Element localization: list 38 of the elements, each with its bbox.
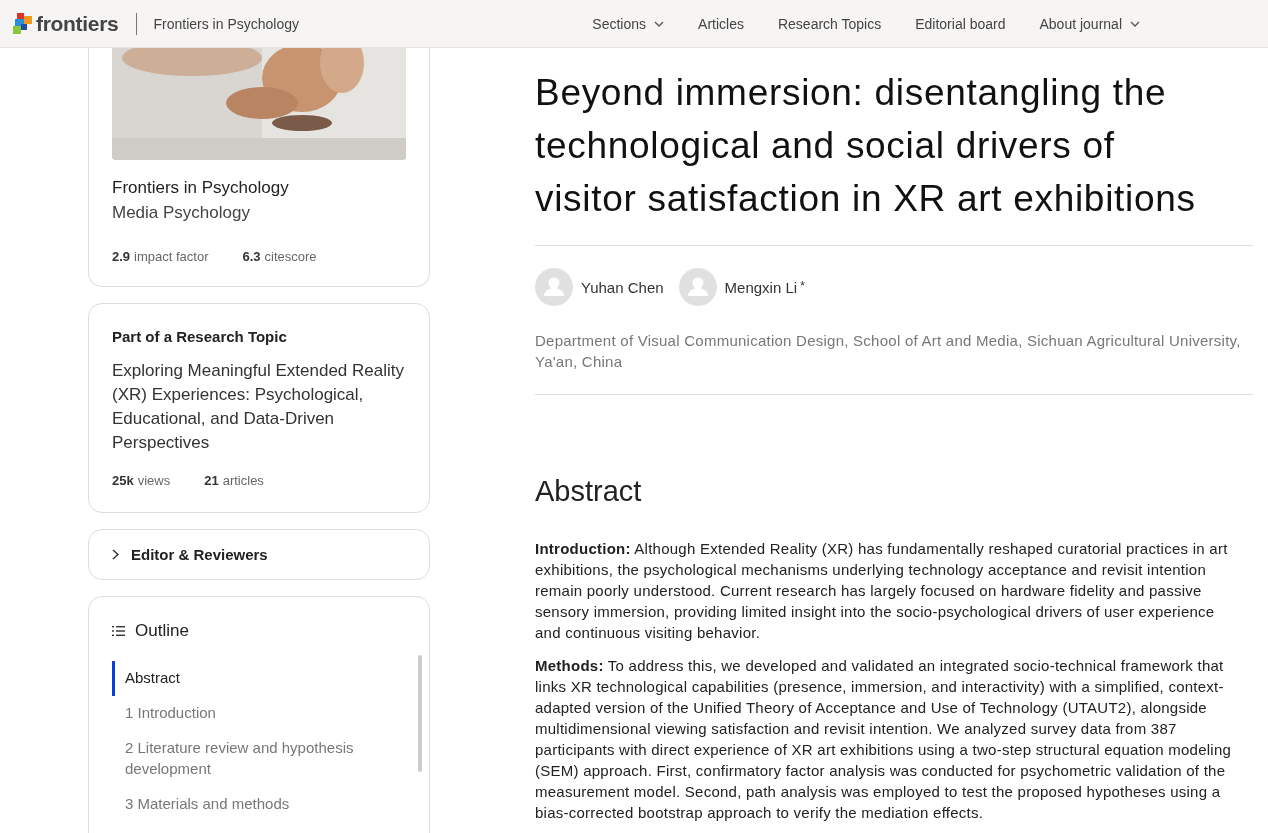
- metric-value: 2.9: [112, 249, 131, 264]
- topic-title[interactable]: Exploring Meaningful Extended Reality (XR) Experiences: Psychological, Educational, and Data-Driven Perspectives: [112, 359, 406, 455]
- abstract-paragraph: Methods: To address this, we developed and validated an integrated socio-technical framework that links XR technological capabilities (presence, immersion, and interactivity) with a simplified, context-adapted version of the Unified Theory of Acceptance and Use of Technology (UTAUT2), alongside multidimensional viewing satisfaction and revisit intention. We analyzed survey data from 387 participants with direct experience of XR art exhibitions using a two-step structural equation modeling (SEM) approach. First, confirmatory factor analysis was conducted for psychometric validation of the measurement model. Second, path analysis was employed to test the proposed hypotheses using a bias-corrected bootstrap approach to verify the mediation effects.: [535, 656, 1233, 823]
- list-icon: [112, 626, 125, 636]
- author-name[interactable]: Mengxin Li *: [724, 278, 805, 296]
- outline-item[interactable]: 3 Materials and methods: [112, 787, 376, 822]
- metric-value: 6.3: [242, 249, 261, 264]
- nav-link[interactable]: About journal: [1039, 15, 1140, 32]
- outline-item[interactable]: 1 Introduction: [112, 696, 376, 731]
- abstract-paragraph: Introduction: Although Extended Reality (XR) has fundamentally reshaped curatorial practices in art exhibitions, the psychological mechanisms underlying technology acceptance and revisit intention remain poorly understood. Current research has largely focused on hardware fidelity and passive sensory immersion, providing limited insight into the socio-psychological drivers of user experience and continuous visiting behavior.: [535, 539, 1229, 643]
- article-title: Beyond immersion: disentangling the technological and social drivers of visitor satisfaction in XR art exhibitions: [535, 71, 1197, 221]
- metric-label: articles: [222, 473, 264, 488]
- editors-toggle[interactable]: Editor & Reviewers: [88, 529, 430, 580]
- logo-text[interactable]: frontiers: [36, 11, 119, 36]
- nav-link[interactable]: Articles: [698, 15, 744, 32]
- metric-label: views: [137, 473, 171, 488]
- metric-label: citescore: [264, 249, 317, 264]
- nav-link[interactable]: Sections: [592, 15, 665, 32]
- metric-label: impact factor: [134, 249, 209, 264]
- section-name[interactable]: Media Psychology: [112, 203, 406, 223]
- outline-item[interactable]: Abstract: [112, 661, 376, 696]
- author-name[interactable]: Yuhan Chen: [581, 278, 664, 296]
- affiliation: Department of Visual Communication Design, School of Art and Media, Sichuan Agricultural University, Ya'an, China: [535, 331, 1242, 372]
- metric-value: 25k: [112, 473, 134, 488]
- metric-value: 21: [204, 473, 219, 488]
- nav-link[interactable]: Editorial board: [915, 15, 1006, 32]
- avatar-icon: [678, 268, 717, 306]
- avatar-icon: [535, 268, 573, 306]
- chevron-icon: [112, 549, 119, 560]
- section-heading: Abstract: [535, 475, 643, 508]
- nav-link[interactable]: Research Topics: [777, 15, 882, 32]
- outline-title: Outline: [135, 621, 189, 641]
- scrollbar[interactable]: [418, 655, 422, 772]
- journal-name[interactable]: Frontiers in Psychology: [153, 15, 299, 32]
- outline-item[interactable]: 2 Literature review and hypothesis development: [112, 731, 376, 787]
- logo-icon: [13, 12, 33, 35]
- journal-title[interactable]: Frontiers in Psychology: [112, 178, 406, 198]
- topic-heading: Part of a Research Topic: [112, 328, 288, 345]
